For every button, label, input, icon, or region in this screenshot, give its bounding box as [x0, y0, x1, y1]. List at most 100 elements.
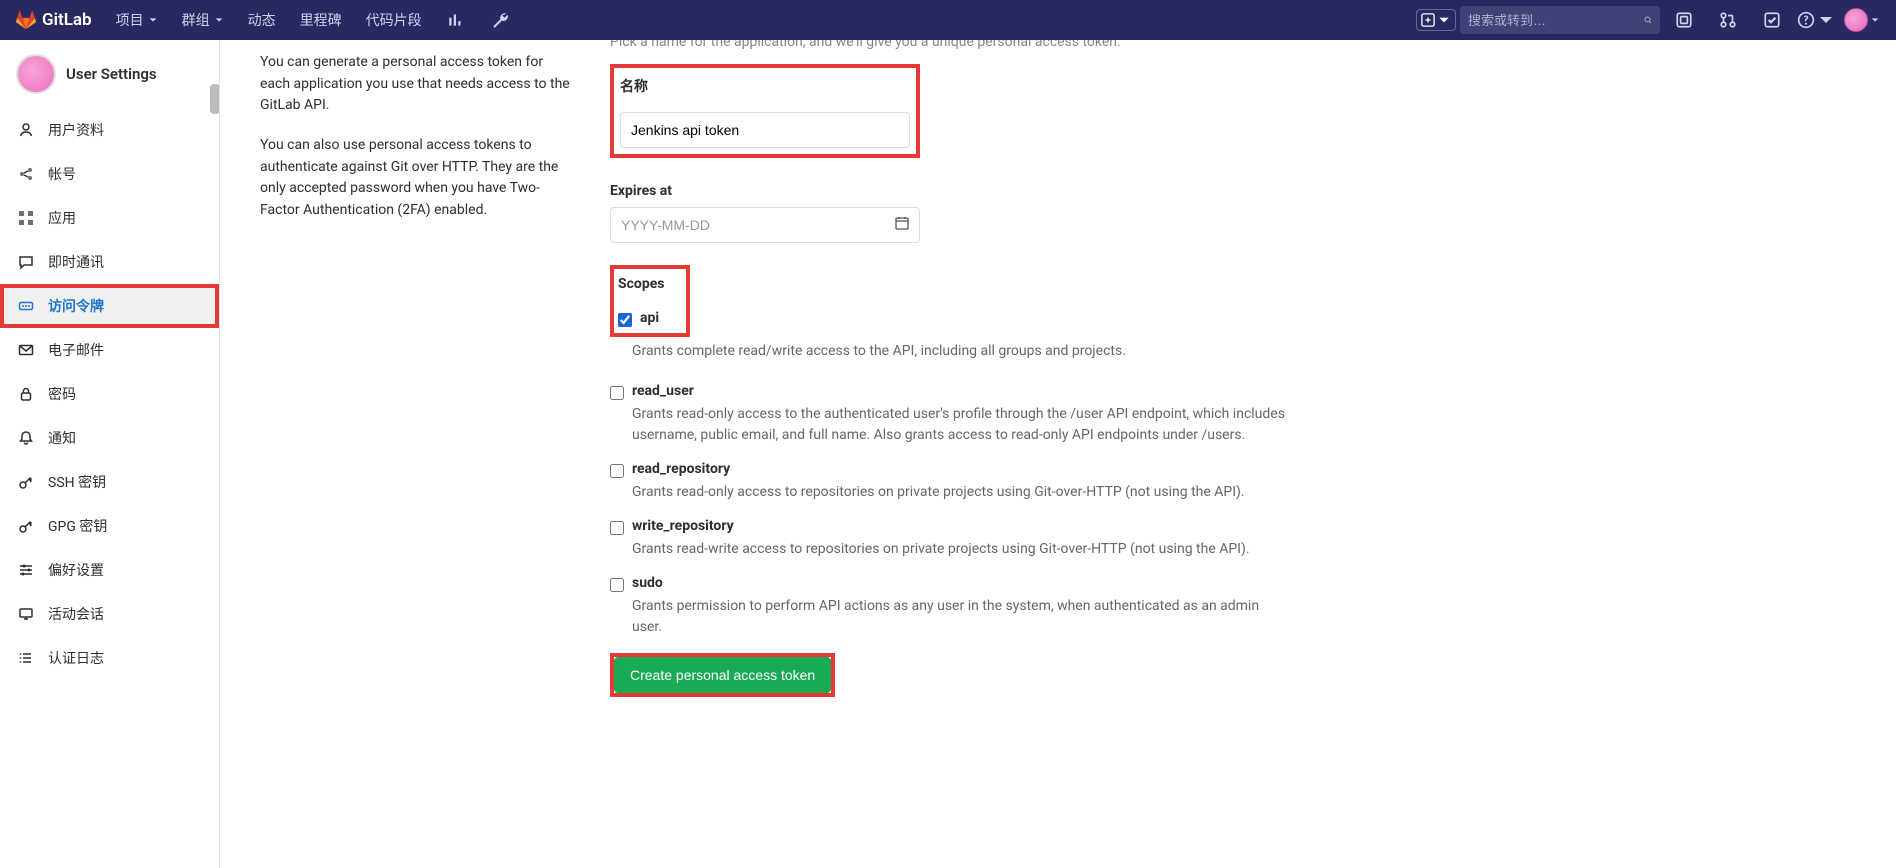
- help-paragraph: You can also use personal access tokens …: [260, 135, 570, 222]
- sidebar-header[interactable]: User Settings: [0, 40, 219, 108]
- scope-read-repository-checkbox[interactable]: [610, 464, 624, 478]
- sidebar-title: User Settings: [66, 65, 157, 83]
- scope-write-repository-checkbox[interactable]: [610, 521, 624, 535]
- sidebar-item-label: 帐号: [48, 164, 76, 184]
- name-label: 名称: [620, 76, 648, 96]
- search-icon: [1644, 13, 1652, 27]
- gitlab-logo-icon: [16, 10, 36, 30]
- sidebar-item-account[interactable]: 帐号: [0, 152, 219, 196]
- merge-request-icon: [1719, 11, 1737, 29]
- sidebar-item-label: GPG 密钥: [48, 516, 107, 536]
- lock-icon: [18, 386, 34, 402]
- search-input[interactable]: [1468, 13, 1644, 28]
- gitlab-logo[interactable]: GitLab: [16, 10, 102, 30]
- sidebar-item-label: 访问令牌: [48, 296, 104, 316]
- sidebar-item-label: 认证日志: [48, 648, 104, 668]
- todos-link[interactable]: [1752, 0, 1792, 40]
- calendar-icon[interactable]: [894, 215, 910, 235]
- sidebar-item-access-tokens[interactable]: 访问令牌: [0, 284, 219, 328]
- global-search[interactable]: [1460, 6, 1660, 34]
- chevron-down-icon: [148, 15, 158, 25]
- todo-icon: [1763, 11, 1781, 29]
- email-icon: [18, 342, 34, 358]
- sidebar-item-label: 通知: [48, 428, 76, 448]
- brand-text: GitLab: [42, 10, 92, 30]
- key-icon: [18, 474, 34, 490]
- sidebar-item-profile[interactable]: 用户资料: [0, 108, 219, 152]
- bell-icon: [18, 430, 34, 446]
- chevron-down-icon: [1817, 11, 1835, 29]
- avatar-icon: [16, 54, 56, 94]
- nav-project[interactable]: 项目: [106, 0, 168, 40]
- scrollbar-thumb[interactable]: [210, 84, 220, 114]
- scope-write-repository-desc: Grants read-write access to repositories…: [632, 539, 1290, 559]
- sidebar-item-password[interactable]: 密码: [0, 372, 219, 416]
- sidebar-item-apps[interactable]: 应用: [0, 196, 219, 240]
- nav-admin-icon[interactable]: [480, 0, 520, 40]
- nav-activity[interactable]: 动态: [238, 0, 286, 40]
- gear-share-icon: [18, 166, 34, 182]
- submit-annotation-box: Create personal access token: [610, 653, 835, 697]
- main-content: You can generate a personal access token…: [220, 40, 1896, 868]
- scope-api-label[interactable]: api: [640, 310, 659, 326]
- scope-read-repository-desc: Grants read-only access to repositories …: [632, 482, 1290, 502]
- sidebar-item-label: SSH 密钥: [48, 472, 106, 492]
- scope-read-user-desc: Grants read-only access to the authentic…: [632, 404, 1290, 445]
- key-icon: [18, 518, 34, 534]
- scope-sudo-desc: Grants permission to perform API actions…: [632, 596, 1290, 637]
- nav-chart-icon[interactable]: [436, 0, 476, 40]
- scope-read-repository-label[interactable]: read_repository: [632, 461, 730, 477]
- token-icon: [18, 298, 34, 314]
- wrench-icon: [491, 11, 509, 29]
- scope-sudo-label[interactable]: sudo: [632, 575, 663, 591]
- help-paragraph: You can generate a personal access token…: [260, 52, 570, 117]
- user-menu[interactable]: [1840, 8, 1880, 32]
- merge-requests-link[interactable]: [1708, 0, 1748, 40]
- help-dropdown[interactable]: [1796, 0, 1836, 40]
- token-form: Pick a name for the application, and we'…: [610, 40, 1290, 868]
- sidebar-item-chat[interactable]: 即时通讯: [0, 240, 219, 284]
- chart-icon: [447, 11, 465, 29]
- sidebar-item-label: 偏好设置: [48, 560, 104, 580]
- chevron-down-icon: [1437, 13, 1451, 27]
- sliders-icon: [18, 562, 34, 578]
- scope-sudo-checkbox[interactable]: [610, 578, 624, 592]
- sidebar-item-label: 活动会话: [48, 604, 104, 624]
- sidebar-item-auth-log[interactable]: 认证日志: [0, 636, 219, 680]
- issues-link[interactable]: [1664, 0, 1704, 40]
- scope-write-repository-label[interactable]: write_repository: [632, 518, 734, 534]
- nav-milestones[interactable]: 里程碑: [290, 0, 352, 40]
- settings-sidebar: User Settings 用户资料 帐号 应用 即时通讯 访问令牌 电子邮件: [0, 40, 220, 868]
- help-icon: [1797, 11, 1815, 29]
- nav-snippets[interactable]: 代码片段: [356, 0, 432, 40]
- scopes-label: Scopes: [618, 276, 664, 292]
- create-token-button[interactable]: Create personal access token: [614, 657, 831, 693]
- sidebar-item-ssh[interactable]: SSH 密钥: [0, 460, 219, 504]
- sidebar-item-label: 密码: [48, 384, 76, 404]
- scope-read-user-label[interactable]: read_user: [632, 383, 694, 399]
- sidebar-item-emails[interactable]: 电子邮件: [0, 328, 219, 372]
- sidebar-item-notifications[interactable]: 通知: [0, 416, 219, 460]
- scope-read-user-checkbox[interactable]: [610, 386, 624, 400]
- chat-icon: [18, 254, 34, 270]
- sidebar-item-prefs[interactable]: 偏好设置: [0, 548, 219, 592]
- scopes-annotation-box: Scopes api: [610, 265, 690, 337]
- form-intro: Pick a name for the application, and we'…: [610, 40, 1290, 50]
- scope-api-checkbox[interactable]: [618, 313, 632, 327]
- token-name-input[interactable]: [620, 112, 910, 148]
- expires-input[interactable]: [610, 207, 920, 243]
- expires-label: Expires at: [610, 183, 672, 199]
- chevron-down-icon: [214, 15, 224, 25]
- user-icon: [18, 122, 34, 138]
- sidebar-item-label: 即时通讯: [48, 252, 104, 272]
- sidebar-item-label: 用户资料: [48, 120, 104, 140]
- issues-icon: [1675, 11, 1693, 29]
- help-column: You can generate a personal access token…: [260, 40, 570, 868]
- sidebar-item-label: 应用: [48, 208, 76, 228]
- new-dropdown[interactable]: [1416, 9, 1456, 31]
- avatar-icon: [1844, 8, 1868, 32]
- nav-group[interactable]: 群组: [172, 0, 234, 40]
- sidebar-item-gpg[interactable]: GPG 密钥: [0, 504, 219, 548]
- sidebar-item-sessions[interactable]: 活动会话: [0, 592, 219, 636]
- plus-icon: [1421, 13, 1435, 27]
